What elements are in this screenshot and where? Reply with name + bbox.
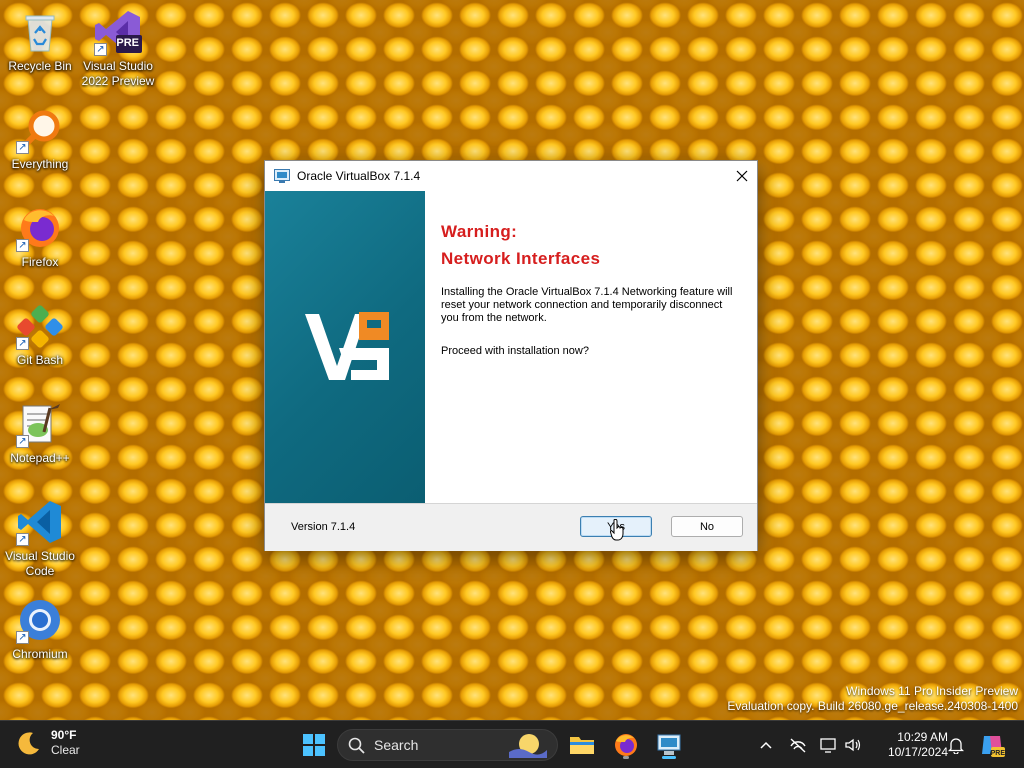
warning-subheading: Network Interfaces — [441, 249, 601, 268]
start-icon — [303, 734, 325, 756]
pre-badge: PRE — [116, 37, 139, 49]
search-highlight-icon — [509, 734, 547, 758]
vscode-icon: ↗ — [16, 498, 64, 546]
virtualbox-installer-dialog: Oracle VirtualBox 7.1.4 Warning: Network… — [264, 160, 758, 551]
git-bash-icon: ↗ — [16, 302, 64, 350]
search-label: Search — [374, 737, 419, 753]
shortcut-arrow-icon: ↗ — [16, 435, 29, 448]
desktop-icon-vscode[interactable]: ↗ Visual Studio Code — [0, 498, 80, 579]
evaluation-watermark: Windows 11 Pro Insider Preview Evaluatio… — [727, 684, 1018, 714]
notepad-plus-plus-icon: ↗ — [16, 400, 64, 448]
tray-network-status[interactable] — [788, 735, 808, 755]
chevron-up-icon — [760, 741, 772, 749]
installer-banner — [265, 191, 425, 503]
chromium-icon: ↗ — [16, 596, 64, 644]
speaker-icon — [845, 738, 861, 752]
desktop-icon-label: Everything — [11, 157, 69, 171]
taskbar-virtualbox-installer[interactable] — [653, 729, 685, 761]
shortcut-arrow-icon: ↗ — [94, 43, 107, 56]
desktop-icon-recycle-bin[interactable]: Recycle Bin — [0, 8, 80, 74]
network-off-icon — [790, 738, 806, 753]
desktop-icon-git-bash[interactable]: ↗ Git Bash — [0, 302, 80, 368]
bell-icon — [948, 738, 964, 754]
desktop-icon-chromium[interactable]: ↗ Chromium — [0, 596, 80, 662]
close-button[interactable] — [727, 162, 757, 190]
clock-date: 10/17/2024 — [887, 745, 948, 759]
notifications-button[interactable] — [946, 735, 966, 755]
desktop-icon-label: Visual Studio Code — [5, 549, 75, 578]
dialog-content: Warning: Network Interfaces Installing t… — [425, 191, 757, 503]
warning-heading: Warning: — [441, 222, 518, 241]
show-hidden-icons-button[interactable] — [756, 735, 776, 755]
dialog-title: Oracle VirtualBox 7.1.4 — [297, 169, 421, 183]
tray-display[interactable] — [819, 735, 839, 755]
copilot-pre-badge: PRE — [990, 750, 1005, 757]
firefox-icon: ↗ — [16, 204, 64, 252]
firefox-icon — [615, 734, 637, 756]
shortcut-arrow-icon: ↗ — [16, 533, 29, 546]
desktop-icon-notepad-plus-plus[interactable]: ↗ Notepad++ — [0, 400, 80, 466]
warning-message: Installing the Oracle VirtualBox 7.1.4 N… — [441, 286, 733, 324]
close-icon — [736, 170, 748, 182]
desktop-icons: Recycle Bin PRE ↗ Visual Studio 2022 Pre… — [0, 0, 170, 700]
display-icon — [820, 738, 836, 753]
weather-condition: Clear — [51, 743, 80, 757]
recycle-bin-icon — [16, 8, 64, 56]
tray-volume[interactable] — [843, 735, 863, 755]
weather-temperature: 90°F — [51, 728, 77, 742]
copilot-button[interactable]: PRE — [978, 731, 1006, 759]
taskbar: 90°F Clear Search 10:29 AM 10/17/2024 PR… — [0, 720, 1024, 768]
start-button[interactable] — [298, 729, 330, 761]
shortcut-arrow-icon: ↗ — [16, 141, 29, 154]
desktop-icon-visual-studio[interactable]: PRE ↗ Visual Studio 2022 Preview — [78, 8, 158, 89]
installer-app-icon — [274, 169, 290, 183]
moon-icon — [18, 732, 39, 755]
desktop-icon-label: Recycle Bin — [8, 59, 72, 73]
watermark-line-2: Evaluation copy. Build 26080.ge_release.… — [727, 699, 1018, 713]
mouse-pointer-icon — [610, 519, 624, 541]
desktop-icon-label: Visual Studio 2022 Preview — [81, 59, 155, 88]
dialog-body: Warning: Network Interfaces Installing t… — [265, 191, 757, 503]
taskbar-firefox[interactable] — [610, 729, 642, 761]
desktop-icon-label: Notepad++ — [10, 451, 70, 465]
taskbar-search-box[interactable]: Search — [337, 729, 558, 761]
desktop-icon-label: Firefox — [21, 255, 59, 269]
shortcut-arrow-icon: ↗ — [16, 631, 29, 644]
shortcut-arrow-icon: ↗ — [16, 239, 29, 252]
watermark-line-1: Windows 11 Pro Insider Preview — [846, 684, 1018, 698]
shortcut-arrow-icon: ↗ — [16, 337, 29, 350]
virtualbox-installer-icon — [657, 734, 681, 755]
everything-search-icon: ↗ — [16, 106, 64, 154]
search-icon — [348, 737, 365, 754]
desktop-icon-label: Git Bash — [16, 353, 64, 367]
clock-time: 10:29 AM — [897, 730, 948, 744]
version-label: Version 7.1.4 — [291, 521, 356, 533]
no-button[interactable]: No — [671, 516, 743, 537]
virtualbox-logo-icon — [305, 312, 389, 380]
weather-widget[interactable]: 90°F Clear — [16, 728, 80, 758]
confirmation-question: Proceed with installation now? — [441, 345, 589, 357]
desktop-icon-label: Chromium — [12, 647, 68, 661]
running-indicator — [623, 756, 629, 759]
desktop-icon-everything[interactable]: ↗ Everything — [0, 106, 80, 172]
running-indicator — [662, 756, 676, 759]
visual-studio-icon: PRE ↗ — [94, 8, 142, 56]
dialog-titlebar[interactable]: Oracle VirtualBox 7.1.4 — [265, 161, 757, 191]
dialog-footer: Version 7.1.4 Yes No — [265, 504, 757, 551]
taskbar-clock[interactable]: 10:29 AM 10/17/2024 — [872, 730, 948, 760]
taskbar-file-explorer[interactable] — [566, 729, 598, 761]
file-explorer-icon — [570, 737, 594, 754]
desktop-icon-firefox[interactable]: ↗ Firefox — [0, 204, 80, 270]
